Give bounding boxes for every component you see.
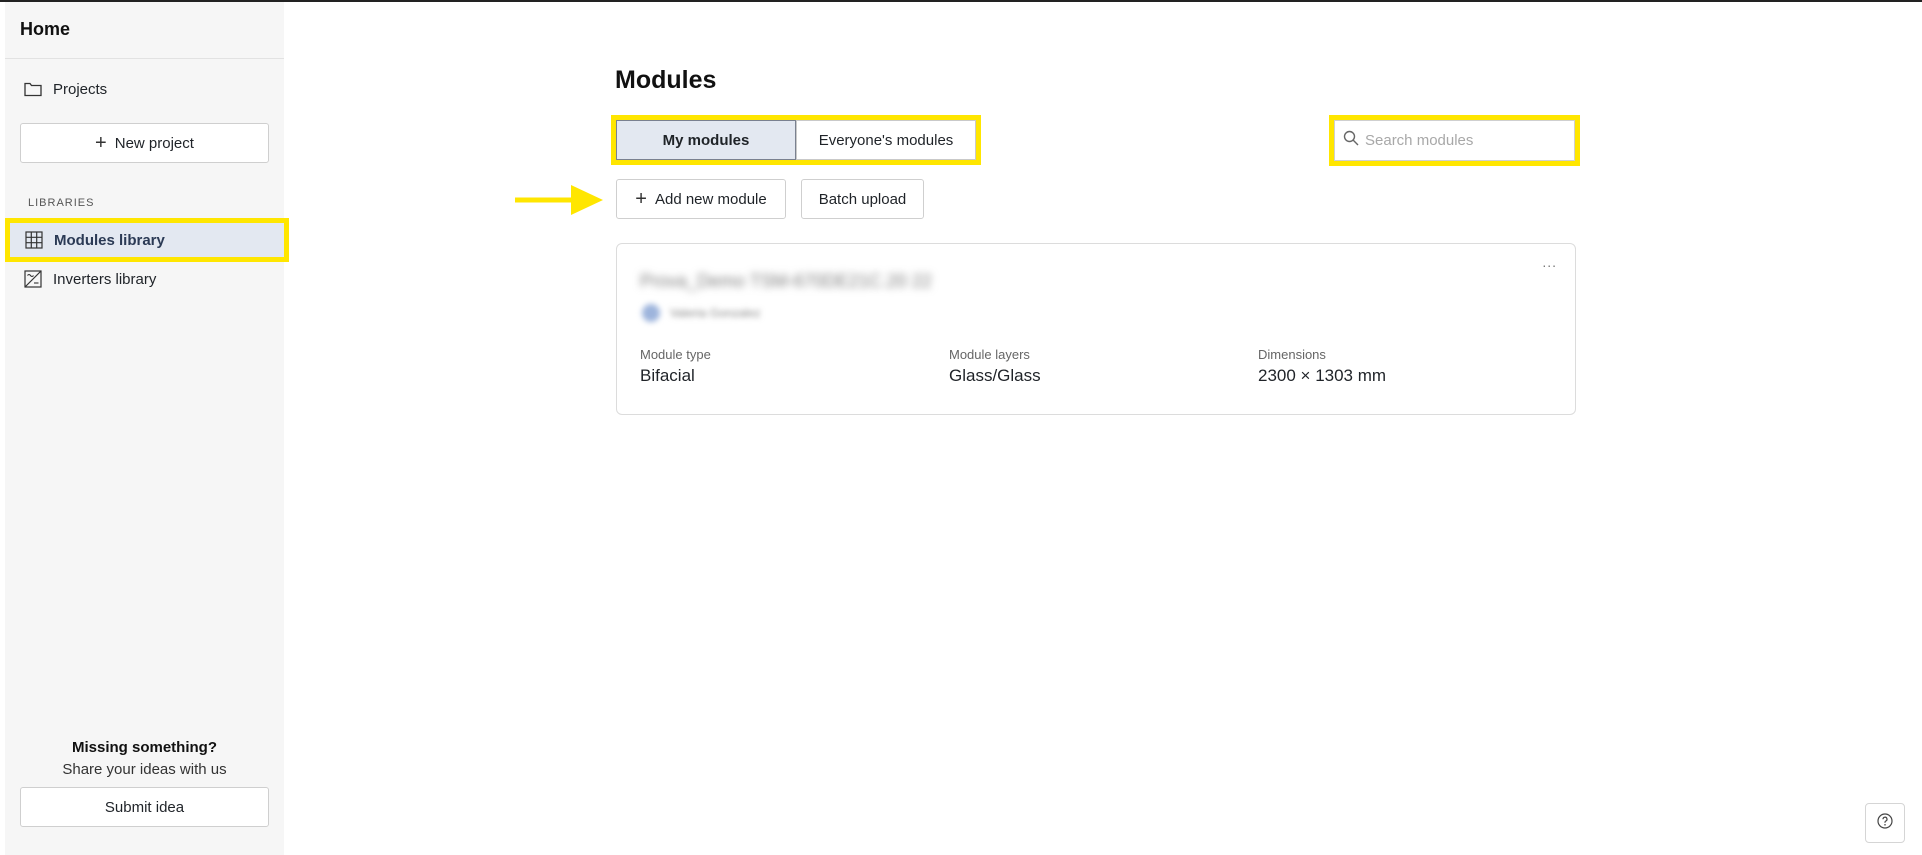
sidebar-item-inverters-library[interactable]: Inverters library bbox=[5, 259, 284, 299]
sidebar-divider bbox=[5, 58, 284, 59]
new-project-button[interactable]: + New project bbox=[20, 123, 269, 163]
module-layers-field: Module layers Glass/Glass bbox=[949, 347, 1041, 386]
module-type-field: Module type Bifacial bbox=[640, 347, 711, 386]
missing-something-subtitle: Share your ideas with us bbox=[62, 761, 227, 778]
module-owner: Valeria Gonzalez bbox=[642, 304, 761, 322]
inverter-icon bbox=[23, 269, 43, 289]
libraries-section-label: LIBRARIES bbox=[28, 197, 95, 209]
field-label: Module type bbox=[640, 347, 711, 362]
page-title: Modules bbox=[615, 66, 717, 94]
arrow-pointer-icon bbox=[515, 185, 603, 215]
grid-icon bbox=[24, 230, 44, 250]
search-icon bbox=[1343, 130, 1359, 151]
more-options-icon[interactable]: ... bbox=[1542, 254, 1557, 270]
module-name: Prova_Demo TSM-670DE21C.20 22 bbox=[640, 271, 932, 291]
field-value: Bifacial bbox=[640, 366, 695, 385]
add-new-module-button[interactable]: + Add new module bbox=[616, 179, 786, 219]
sidebar-item-modules-library[interactable]: Modules library bbox=[5, 218, 289, 262]
search-input[interactable] bbox=[1365, 132, 1574, 149]
sidebar: Home Projects + New project LIBRARIES Mo… bbox=[0, 2, 289, 855]
module-card[interactable]: Prova_Demo TSM-670DE21C.20 22 Valeria Go… bbox=[616, 243, 1576, 415]
missing-something-title: Missing something? bbox=[71, 739, 217, 756]
avatar bbox=[642, 304, 660, 322]
plus-icon: + bbox=[635, 188, 647, 210]
sidebar-item-projects[interactable]: Projects bbox=[5, 69, 284, 109]
tabs-group: My modules Everyone's modules bbox=[611, 115, 981, 165]
batch-upload-button[interactable]: Batch upload bbox=[801, 179, 924, 219]
field-label: Module layers bbox=[949, 347, 1030, 362]
dimensions-field: Dimensions 2300 × 1303 mm bbox=[1258, 347, 1386, 386]
field-value: 2300 × 1303 mm bbox=[1258, 366, 1387, 385]
tab-my-modules[interactable]: My modules bbox=[616, 120, 796, 160]
owner-name: Valeria Gonzalez bbox=[670, 306, 761, 320]
plus-icon: + bbox=[95, 132, 107, 154]
help-button[interactable] bbox=[1865, 803, 1905, 843]
new-project-label: New project bbox=[114, 134, 194, 152]
submit-idea-button[interactable]: Submit idea bbox=[20, 787, 269, 827]
search-container bbox=[1329, 115, 1580, 166]
sidebar-item-label: Inverters library bbox=[53, 270, 157, 288]
sidebar-item-label: Projects bbox=[53, 80, 108, 98]
sidebar-title[interactable]: Home bbox=[20, 19, 70, 40]
search-field-wrapper bbox=[1334, 120, 1575, 161]
field-label: Dimensions bbox=[1258, 347, 1326, 362]
tab-everyones-modules[interactable]: Everyone's modules bbox=[796, 120, 976, 160]
field-value: Glass/Glass bbox=[949, 366, 1041, 385]
sidebar-item-label: Modules library bbox=[54, 231, 165, 249]
help-icon bbox=[1877, 812, 1893, 834]
add-new-module-label: Add new module bbox=[654, 190, 767, 208]
folder-icon bbox=[23, 79, 43, 99]
